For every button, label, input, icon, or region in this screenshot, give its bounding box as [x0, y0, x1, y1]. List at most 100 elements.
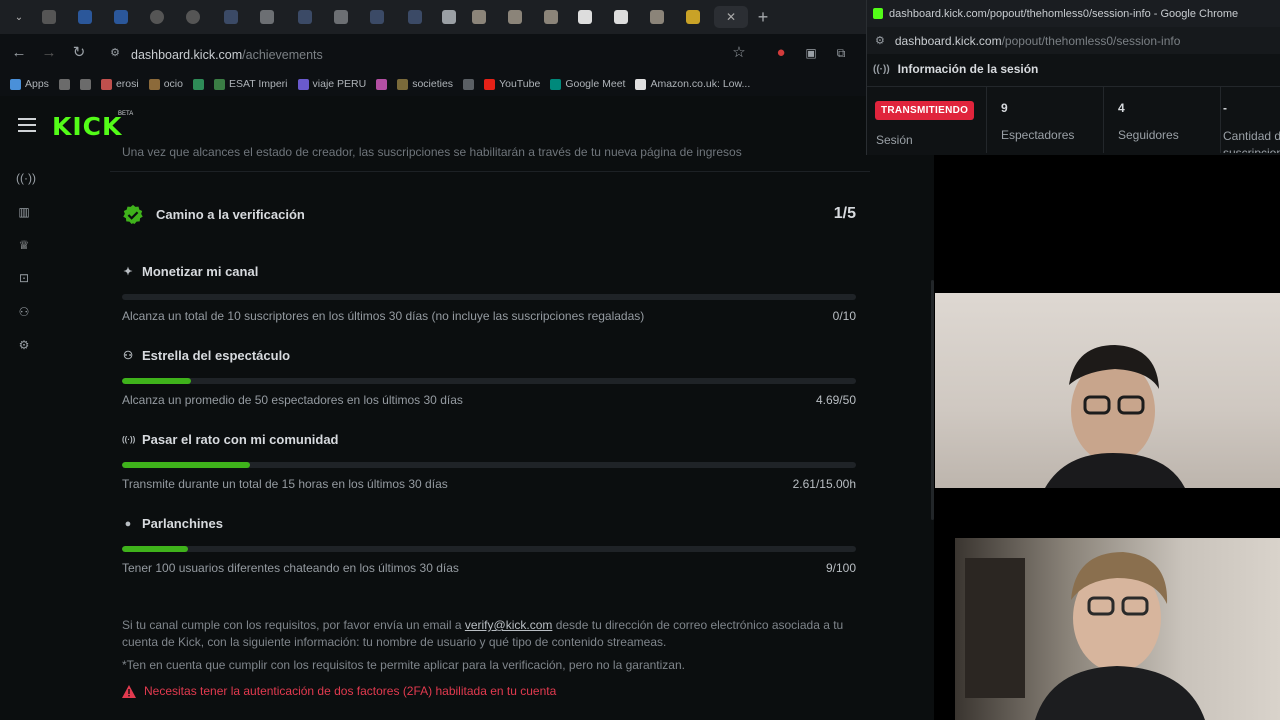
session-info-title: Información de la sesión — [897, 62, 1039, 76]
tab[interactable] — [178, 6, 208, 28]
verification-title: Camino a la verificación — [156, 207, 305, 222]
bookmark-item[interactable]: ocio — [148, 78, 183, 90]
tab[interactable] — [606, 6, 636, 28]
bookmarks-bar: Apps erosi ocio ESAT Imperi viaje PERU societ… — [0, 72, 866, 96]
tab[interactable] — [536, 6, 566, 28]
tab[interactable] — [216, 6, 246, 28]
bookmark-item[interactable] — [58, 78, 70, 90]
goal-title-text: Pasar el rato con mi comunidad — [142, 432, 339, 447]
bookmark-item[interactable] — [376, 78, 388, 90]
tab[interactable] — [642, 6, 672, 28]
broadcast-icon: ((·)) — [122, 435, 136, 444]
goal-description: Tener 100 usuarios diferentes chateando … — [122, 561, 459, 575]
tab-favicon — [260, 10, 274, 24]
bookmark-item[interactable] — [79, 78, 91, 90]
goal-title: ((·)) Pasar el rato con mi comunidad — [122, 432, 339, 447]
goal-title-text: Parlanchines — [142, 516, 223, 531]
2fa-warning: Necesitas tener la autenticación de dos … — [122, 684, 556, 698]
goal-title: ⚇ Estrella del espectáculo — [122, 348, 290, 363]
extension-icon[interactable]: ● — [772, 44, 790, 62]
followers-count: 4 — [1118, 101, 1125, 115]
goal-progress-fill — [122, 378, 191, 384]
tab[interactable] — [142, 6, 172, 28]
bookmark-item[interactable]: Amazon.co.uk: Low... — [635, 78, 750, 90]
tab[interactable] — [34, 6, 64, 28]
tab-favicon — [442, 10, 456, 24]
bookmark-favicon — [635, 78, 647, 90]
tab[interactable] — [434, 6, 464, 28]
analytics-icon[interactable]: ▥ — [16, 204, 32, 220]
achievements-panel: Una vez que alcances el estado de creado… — [110, 140, 870, 720]
goal-progress-fill — [122, 546, 189, 552]
popout-url-host: dashboard.kick.com — [894, 33, 1002, 48]
forward-button[interactable]: → — [40, 44, 58, 62]
site-info-icon[interactable]: ⚙ — [875, 34, 885, 47]
goal-value: 0/10 — [832, 309, 856, 323]
reload-button[interactable]: ↻ — [70, 44, 88, 62]
verification-count: 1/5 — [833, 205, 856, 222]
bookmark-item[interactable]: societies — [397, 78, 453, 90]
goal-progress-bar — [122, 546, 856, 552]
verify-email-link[interactable]: verify@kick.com — [465, 618, 553, 632]
bookmark-item[interactable]: YouTube — [484, 78, 540, 90]
kick-logo[interactable]: KICK — [52, 112, 122, 141]
community-icon[interactable]: ⚇ — [16, 304, 32, 320]
subscriptions-count: - — [1223, 101, 1227, 115]
viewers-count: 9 — [1001, 101, 1008, 115]
bookmark-item[interactable] — [192, 78, 204, 90]
tab[interactable] — [400, 6, 430, 28]
tab[interactable] — [70, 6, 100, 28]
tab-favicon — [224, 10, 238, 24]
tab[interactable] — [326, 6, 356, 28]
tab[interactable] — [252, 6, 282, 28]
goal-description: Transmite durante un total de 15 horas e… — [122, 477, 448, 491]
goal-title: ✦ Monetizar mi canal — [122, 264, 258, 279]
bookmark-label: societies — [412, 78, 454, 90]
broadcast-icon: ((·)) — [873, 63, 890, 75]
url-host: dashboard.kick.com — [131, 48, 243, 62]
stream-icon[interactable]: ((·)) — [16, 170, 36, 186]
bookmark-item[interactable]: erosi — [100, 78, 139, 90]
bookmark-favicon — [463, 78, 475, 90]
bookmark-item[interactable]: viaje PERU — [297, 78, 366, 90]
goal-progress-bar — [122, 378, 856, 384]
creator-status-note: Una vez que alcances el estado de creado… — [122, 145, 742, 159]
settings-gear-icon[interactable]: ⚙ — [16, 337, 32, 353]
bookmark-favicon — [148, 78, 160, 90]
bookmark-item[interactable]: Apps — [10, 78, 49, 90]
bookmark-favicon — [58, 78, 70, 90]
tab[interactable] — [290, 6, 320, 28]
bookmark-favicon — [376, 78, 388, 90]
tab[interactable] — [570, 6, 600, 28]
address-bar[interactable]: dashboard.kick.com/achievements — [100, 41, 760, 65]
back-button[interactable]: ← — [10, 44, 28, 62]
tab-favicon — [408, 10, 422, 24]
tab[interactable] — [362, 6, 392, 28]
new-tab-button[interactable]: + — [754, 8, 772, 26]
extensions-puzzle-icon[interactable]: ⧉ — [832, 44, 850, 62]
menu-icon[interactable] — [18, 118, 36, 132]
tab[interactable] — [106, 6, 136, 28]
bookmark-label: Amazon.co.uk: Low... — [650, 78, 751, 90]
bookmark-item[interactable]: ESAT Imperi — [213, 78, 288, 90]
popout-titlebar: dashboard.kick.com/popout/thehomless0/se… — [867, 0, 1280, 27]
active-tab[interactable]: ✕ — [714, 6, 748, 28]
trophy-icon[interactable]: ♕ — [16, 237, 32, 253]
url-path: /achievements — [242, 48, 323, 62]
bookmark-label: ESAT Imperi — [228, 78, 288, 90]
tab-search-button[interactable]: ⌄ — [4, 6, 34, 28]
bookmark-item[interactable] — [463, 78, 475, 90]
bookmark-item[interactable]: Google Meet — [550, 78, 625, 90]
subscriptions-stat: - Cantidad de suscripciones — [1221, 87, 1280, 153]
tab[interactable] — [500, 6, 530, 28]
tab[interactable] — [464, 6, 494, 28]
goal-title-text: Monetizar mi canal — [142, 264, 259, 279]
tab[interactable] — [678, 6, 708, 28]
overlay-icon[interactable]: ⊡ — [16, 270, 32, 286]
bookmark-favicon — [550, 78, 562, 90]
goal-value: 2.61/15.00h — [792, 477, 856, 491]
extension-icon[interactable]: ▣ — [802, 44, 820, 62]
sparkle-icon: ✦ — [123, 266, 133, 278]
bookmark-label: Google Meet — [565, 78, 626, 90]
divider — [110, 171, 870, 172]
